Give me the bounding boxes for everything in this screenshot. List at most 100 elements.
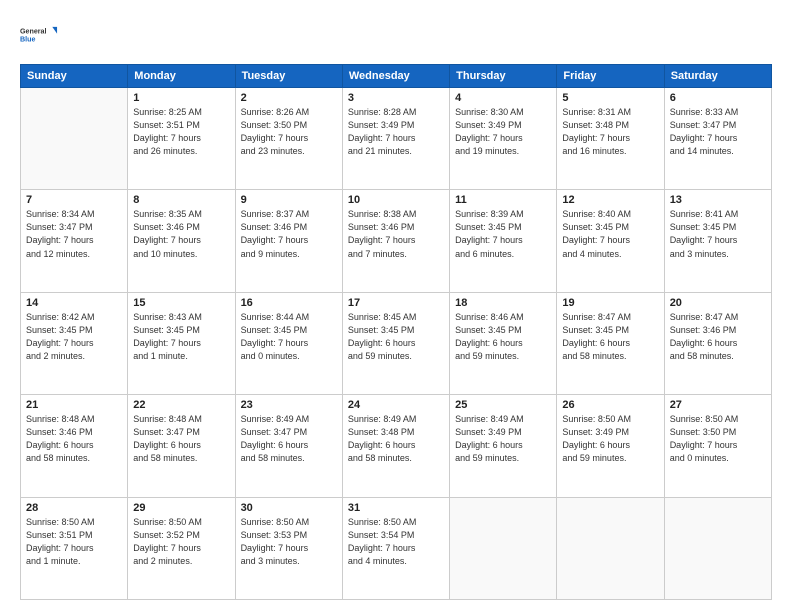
day-number: 13	[670, 194, 766, 206]
day-header-friday: Friday	[557, 65, 664, 88]
day-info: Sunrise: 8:46 AMSunset: 3:45 PMDaylight:…	[455, 311, 551, 363]
day-info: Sunrise: 8:26 AMSunset: 3:50 PMDaylight:…	[241, 106, 337, 158]
week-row-3: 21 Sunrise: 8:48 AMSunset: 3:46 PMDayligh…	[21, 395, 772, 497]
week-row-2: 14 Sunrise: 8:42 AMSunset: 3:45 PMDayligh…	[21, 292, 772, 394]
day-header-sunday: Sunday	[21, 65, 128, 88]
day-header-thursday: Thursday	[450, 65, 557, 88]
day-number: 7	[26, 194, 122, 206]
day-info: Sunrise: 8:50 AMSunset: 3:54 PMDaylight:…	[348, 516, 444, 568]
calendar-cell: 5 Sunrise: 8:31 AMSunset: 3:48 PMDaylight…	[557, 88, 664, 190]
day-info: Sunrise: 8:50 AMSunset: 3:51 PMDaylight:…	[26, 516, 122, 568]
logo: General Blue	[20, 16, 58, 54]
day-info: Sunrise: 8:48 AMSunset: 3:46 PMDaylight:…	[26, 413, 122, 465]
day-info: Sunrise: 8:49 AMSunset: 3:49 PMDaylight:…	[455, 413, 551, 465]
day-number: 5	[562, 92, 658, 104]
calendar-cell: 22 Sunrise: 8:48 AMSunset: 3:47 PMDayligh…	[128, 395, 235, 497]
logo-svg: General Blue	[20, 16, 58, 54]
day-number: 28	[26, 502, 122, 514]
day-info: Sunrise: 8:49 AMSunset: 3:47 PMDaylight:…	[241, 413, 337, 465]
day-header-tuesday: Tuesday	[235, 65, 342, 88]
day-number: 21	[26, 399, 122, 411]
week-row-0: 1 Sunrise: 8:25 AMSunset: 3:51 PMDaylight…	[21, 88, 772, 190]
calendar-cell: 18 Sunrise: 8:46 AMSunset: 3:45 PMDayligh…	[450, 292, 557, 394]
day-info: Sunrise: 8:41 AMSunset: 3:45 PMDaylight:…	[670, 208, 766, 260]
calendar-cell: 14 Sunrise: 8:42 AMSunset: 3:45 PMDayligh…	[21, 292, 128, 394]
day-number: 2	[241, 92, 337, 104]
day-header-monday: Monday	[128, 65, 235, 88]
day-number: 20	[670, 297, 766, 309]
day-number: 19	[562, 297, 658, 309]
day-info: Sunrise: 8:50 AMSunset: 3:52 PMDaylight:…	[133, 516, 229, 568]
calendar-cell: 1 Sunrise: 8:25 AMSunset: 3:51 PMDaylight…	[128, 88, 235, 190]
day-info: Sunrise: 8:44 AMSunset: 3:45 PMDaylight:…	[241, 311, 337, 363]
day-number: 16	[241, 297, 337, 309]
day-info: Sunrise: 8:47 AMSunset: 3:46 PMDaylight:…	[670, 311, 766, 363]
calendar-cell: 10 Sunrise: 8:38 AMSunset: 3:46 PMDayligh…	[342, 190, 449, 292]
day-number: 31	[348, 502, 444, 514]
day-number: 9	[241, 194, 337, 206]
day-info: Sunrise: 8:49 AMSunset: 3:48 PMDaylight:…	[348, 413, 444, 465]
day-number: 27	[670, 399, 766, 411]
calendar-cell: 9 Sunrise: 8:37 AMSunset: 3:46 PMDaylight…	[235, 190, 342, 292]
calendar-table: SundayMondayTuesdayWednesdayThursdayFrid…	[20, 64, 772, 600]
calendar-cell: 21 Sunrise: 8:48 AMSunset: 3:46 PMDayligh…	[21, 395, 128, 497]
day-info: Sunrise: 8:39 AMSunset: 3:45 PMDaylight:…	[455, 208, 551, 260]
calendar-cell: 27 Sunrise: 8:50 AMSunset: 3:50 PMDayligh…	[664, 395, 771, 497]
calendar-cell: 16 Sunrise: 8:44 AMSunset: 3:45 PMDayligh…	[235, 292, 342, 394]
day-info: Sunrise: 8:43 AMSunset: 3:45 PMDaylight:…	[133, 311, 229, 363]
day-info: Sunrise: 8:50 AMSunset: 3:50 PMDaylight:…	[670, 413, 766, 465]
calendar-cell	[557, 497, 664, 599]
day-number: 18	[455, 297, 551, 309]
day-number: 24	[348, 399, 444, 411]
calendar-cell: 20 Sunrise: 8:47 AMSunset: 3:46 PMDayligh…	[664, 292, 771, 394]
header: General Blue	[20, 16, 772, 54]
svg-text:General: General	[20, 28, 47, 36]
day-info: Sunrise: 8:33 AMSunset: 3:47 PMDaylight:…	[670, 106, 766, 158]
day-info: Sunrise: 8:47 AMSunset: 3:45 PMDaylight:…	[562, 311, 658, 363]
day-info: Sunrise: 8:50 AMSunset: 3:53 PMDaylight:…	[241, 516, 337, 568]
calendar-cell: 11 Sunrise: 8:39 AMSunset: 3:45 PMDayligh…	[450, 190, 557, 292]
day-number: 10	[348, 194, 444, 206]
day-header-saturday: Saturday	[664, 65, 771, 88]
calendar-cell: 25Sunrise: 8:49 AMSunset: 3:49 PMDayligh…	[450, 395, 557, 497]
calendar-cell: 15 Sunrise: 8:43 AMSunset: 3:45 PMDayligh…	[128, 292, 235, 394]
day-number: 1	[133, 92, 229, 104]
calendar-cell: 13 Sunrise: 8:41 AMSunset: 3:45 PMDayligh…	[664, 190, 771, 292]
day-number: 30	[241, 502, 337, 514]
day-info: Sunrise: 8:34 AMSunset: 3:47 PMDaylight:…	[26, 208, 122, 260]
day-info: Sunrise: 8:42 AMSunset: 3:45 PMDaylight:…	[26, 311, 122, 363]
day-header-wednesday: Wednesday	[342, 65, 449, 88]
calendar-header-row: SundayMondayTuesdayWednesdayThursdayFrid…	[21, 65, 772, 88]
day-number: 6	[670, 92, 766, 104]
day-number: 14	[26, 297, 122, 309]
calendar-cell: 6 Sunrise: 8:33 AMSunset: 3:47 PMDaylight…	[664, 88, 771, 190]
day-info: Sunrise: 8:28 AMSunset: 3:49 PMDaylight:…	[348, 106, 444, 158]
day-info: Sunrise: 8:48 AMSunset: 3:47 PMDaylight:…	[133, 413, 229, 465]
day-number: 3	[348, 92, 444, 104]
day-number: 11	[455, 194, 551, 206]
day-number: 15	[133, 297, 229, 309]
calendar-cell	[450, 497, 557, 599]
calendar-cell: 2 Sunrise: 8:26 AMSunset: 3:50 PMDaylight…	[235, 88, 342, 190]
svg-text:Blue: Blue	[20, 36, 35, 44]
day-number: 4	[455, 92, 551, 104]
day-number: 26	[562, 399, 658, 411]
calendar-cell: 17Sunrise: 8:45 AMSunset: 3:45 PMDayligh…	[342, 292, 449, 394]
calendar-cell: 23 Sunrise: 8:49 AMSunset: 3:47 PMDayligh…	[235, 395, 342, 497]
day-info: Sunrise: 8:38 AMSunset: 3:46 PMDaylight:…	[348, 208, 444, 260]
day-number: 29	[133, 502, 229, 514]
day-number: 23	[241, 399, 337, 411]
calendar-cell	[21, 88, 128, 190]
day-info: Sunrise: 8:31 AMSunset: 3:48 PMDaylight:…	[562, 106, 658, 158]
day-number: 22	[133, 399, 229, 411]
calendar-cell: 12Sunrise: 8:40 AMSunset: 3:45 PMDayligh…	[557, 190, 664, 292]
day-info: Sunrise: 8:30 AMSunset: 3:49 PMDaylight:…	[455, 106, 551, 158]
calendar-cell: 24 Sunrise: 8:49 AMSunset: 3:48 PMDayligh…	[342, 395, 449, 497]
day-info: Sunrise: 8:37 AMSunset: 3:46 PMDaylight:…	[241, 208, 337, 260]
day-info: Sunrise: 8:50 AMSunset: 3:49 PMDaylight:…	[562, 413, 658, 465]
calendar-cell: 7 Sunrise: 8:34 AMSunset: 3:47 PMDaylight…	[21, 190, 128, 292]
calendar-cell: 28 Sunrise: 8:50 AMSunset: 3:51 PMDayligh…	[21, 497, 128, 599]
calendar-cell: 29 Sunrise: 8:50 AMSunset: 3:52 PMDayligh…	[128, 497, 235, 599]
day-info: Sunrise: 8:35 AMSunset: 3:46 PMDaylight:…	[133, 208, 229, 260]
day-info: Sunrise: 8:25 AMSunset: 3:51 PMDaylight:…	[133, 106, 229, 158]
